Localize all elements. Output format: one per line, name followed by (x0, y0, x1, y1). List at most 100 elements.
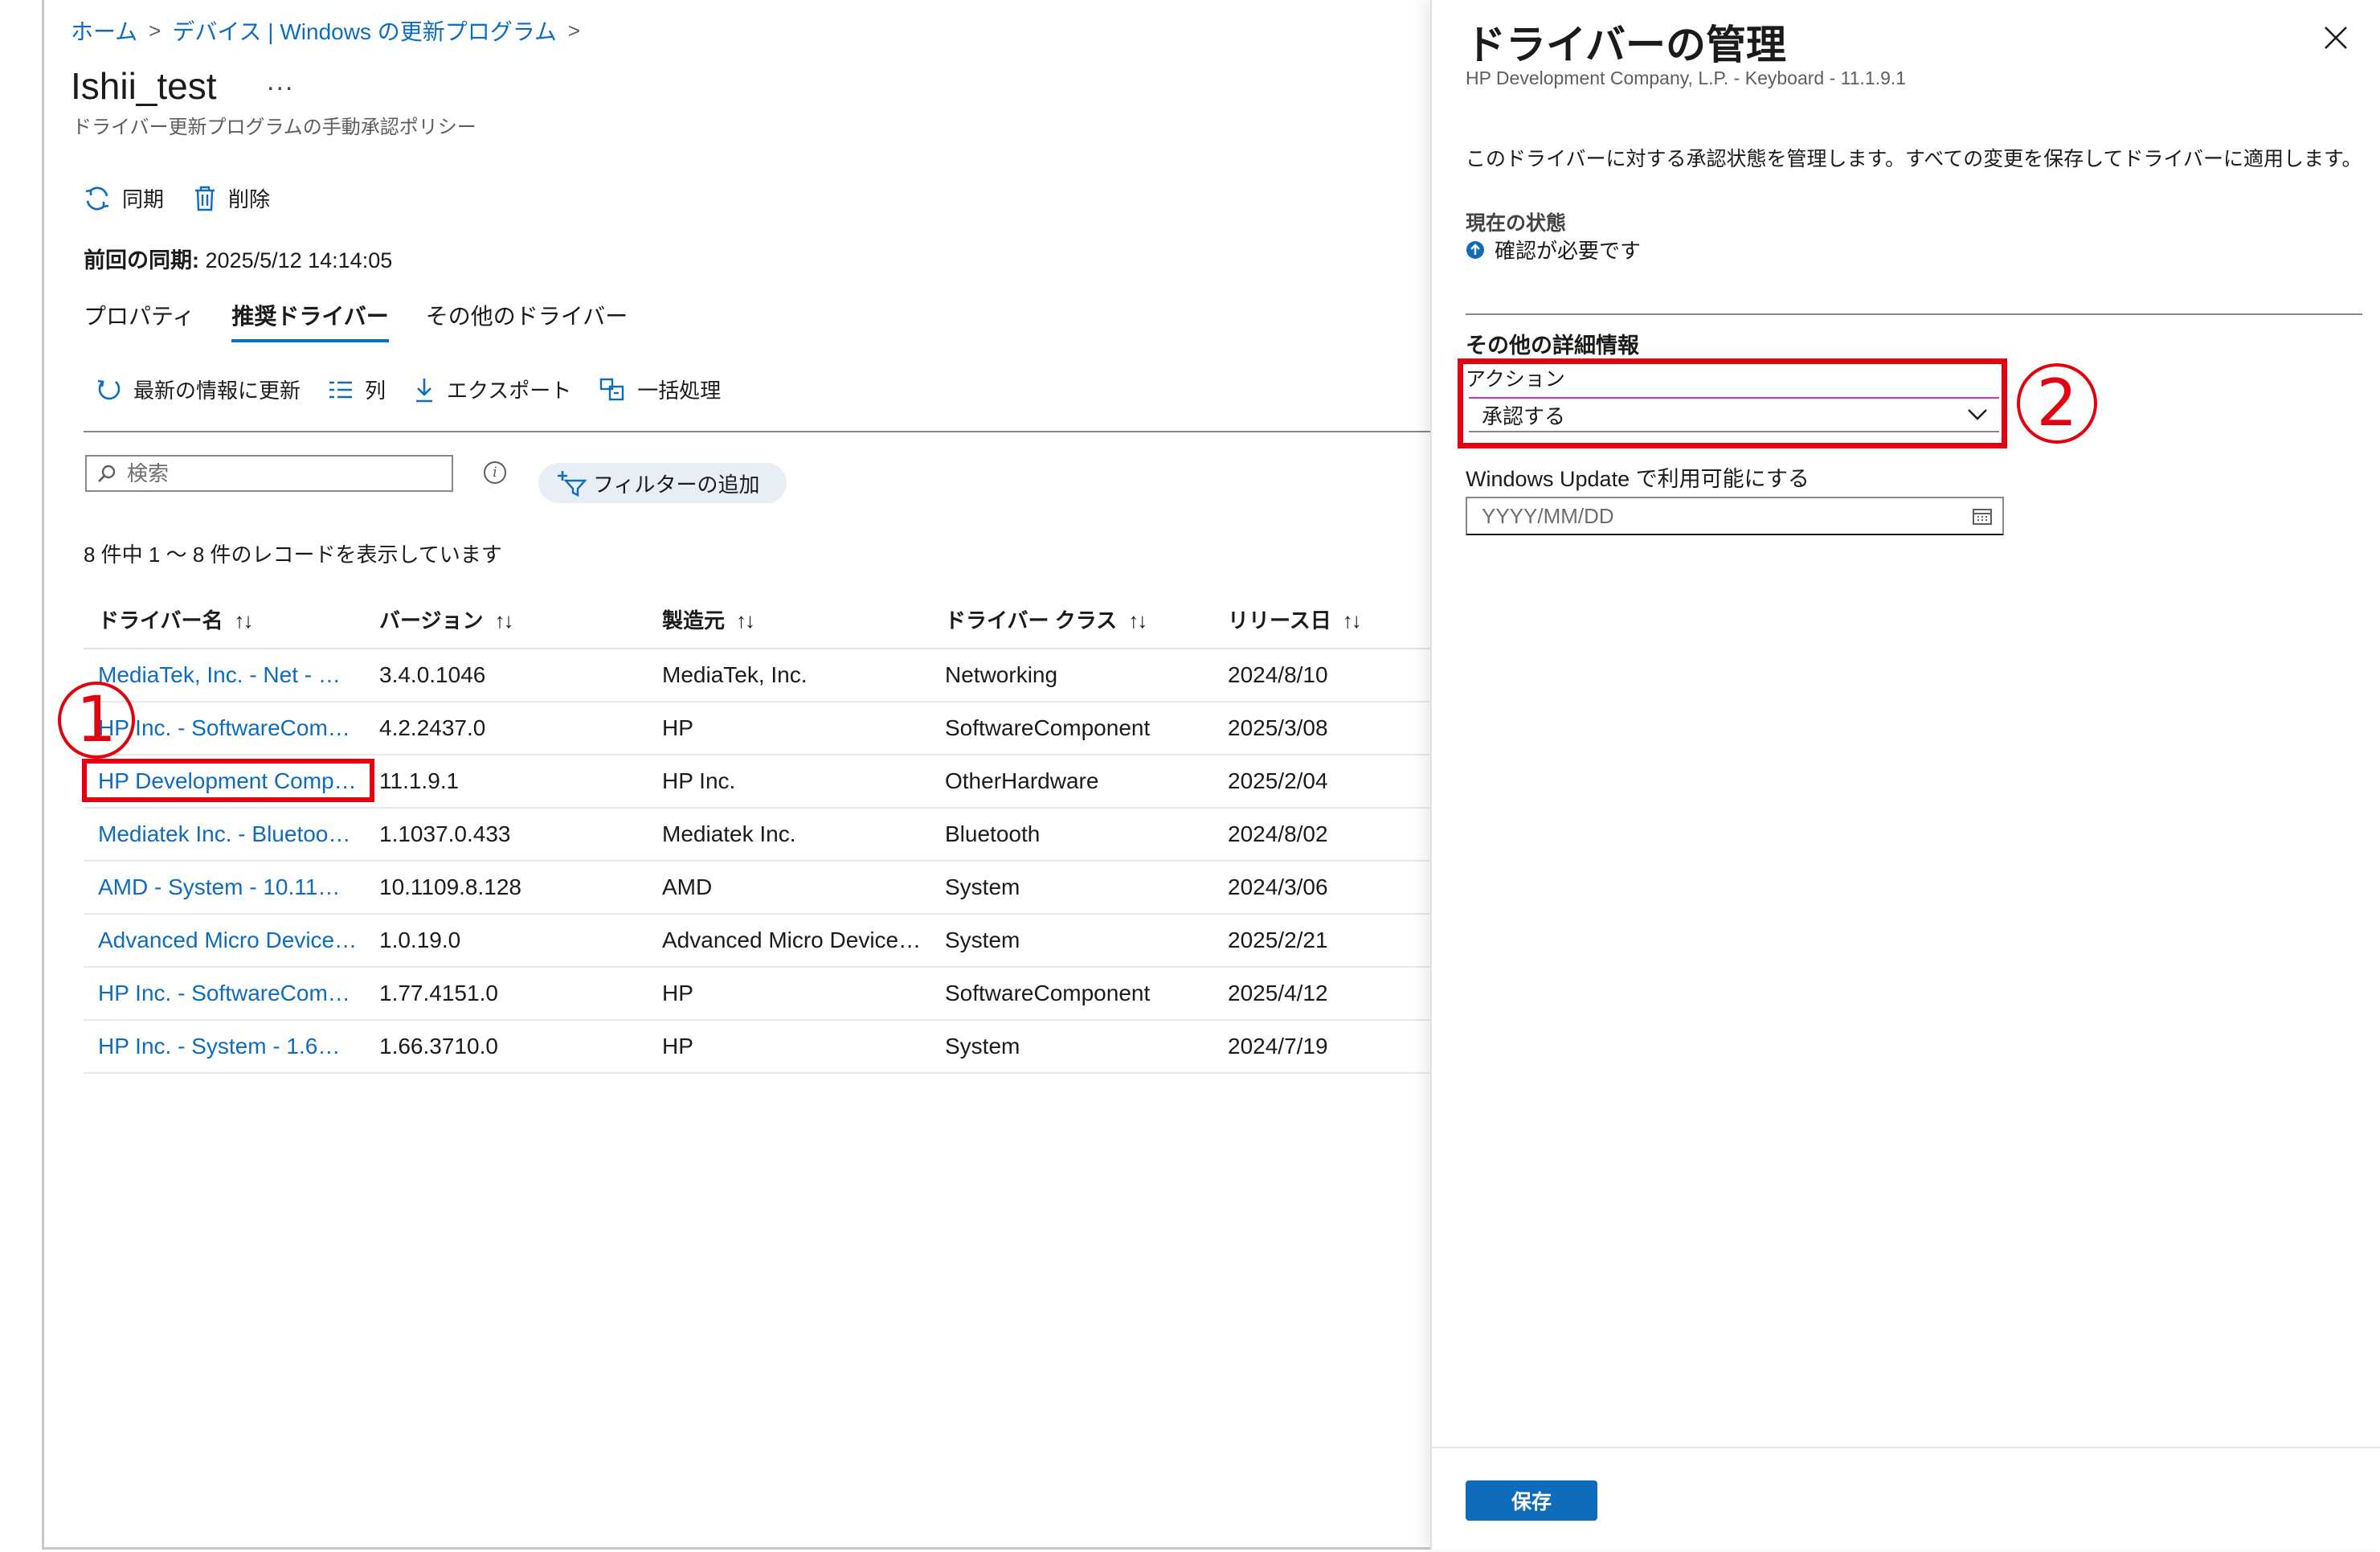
sort-icon: ↑↓ (234, 608, 253, 633)
driver-manufacturer: MediaTek, Inc. (662, 662, 808, 687)
tab-properties[interactable]: プロパティ (84, 299, 194, 342)
bulk-action-icon (600, 378, 624, 400)
availability-date-input[interactable] (1480, 502, 1933, 530)
table-row: Advanced Micro Device… 1.0.19.0 Advanced… (84, 915, 1430, 968)
columns-icon (329, 381, 353, 398)
annotation-highlight-box-2 (1458, 358, 2007, 448)
section-divider (84, 431, 1430, 432)
panel-subtitle: HP Development Company, L.P. - Keyboard … (1466, 68, 1907, 88)
driver-manufacturer: HP (662, 715, 693, 740)
command-bar: 同期 削除 (84, 183, 270, 213)
driver-version: 4.2.2437.0 (379, 715, 486, 740)
table-header: ドライバー名 ↑↓ バージョン ↑↓ 製造元 ↑↓ ドライバー クラス ↑↓ リリース日… (84, 590, 1430, 649)
driver-class: System (945, 874, 1020, 899)
sort-icon: ↑↓ (1128, 608, 1147, 633)
driver-version: 10.1109.8.128 (379, 874, 521, 899)
bulk-action-label: 一括処理 (637, 379, 722, 403)
sync-button[interactable]: 同期 (84, 183, 164, 213)
driver-name-link[interactable]: Advanced Micro Device… (84, 928, 366, 953)
breadcrumb-separator: > (149, 18, 162, 43)
download-icon (416, 378, 433, 402)
driver-release-date: 2024/8/10 (1228, 662, 1328, 687)
search-icon (98, 465, 116, 482)
driver-release-date: 2024/8/02 (1228, 821, 1328, 846)
driver-release-date: 2025/2/21 (1228, 928, 1328, 952)
sort-icon: ↑↓ (1342, 608, 1362, 633)
driver-version: 1.0.19.0 (379, 928, 461, 952)
table-row: AMD - System - 10.11… 10.1109.8.128 AMD … (84, 862, 1430, 915)
calendar-icon[interactable] (1972, 506, 1993, 526)
driver-class: System (945, 1034, 1020, 1059)
driver-manufacturer: HP Inc. (662, 768, 736, 793)
table-row: HP Inc. - SoftwareCom… 1.77.4151.0 HP So… (84, 968, 1430, 1021)
sync-icon (85, 186, 109, 210)
driver-manufacturer: AMD (662, 874, 713, 899)
driver-version: 3.4.0.1046 (379, 662, 486, 687)
driver-release-date: 2025/4/12 (1228, 981, 1328, 1005)
driver-release-date: 2024/7/19 (1228, 1034, 1328, 1059)
current-status-label: 現在の状態 (1466, 212, 1567, 235)
search-input[interactable] (125, 460, 434, 487)
driver-name-link[interactable]: Mediatek Inc. - Bluetoo… (84, 821, 366, 847)
drivers-table: ドライバー名 ↑↓ バージョン ↑↓ 製造元 ↑↓ ドライバー クラス ↑↓ リリース日… (84, 590, 1430, 1074)
export-label: エクスポート (447, 379, 572, 403)
header-driver-name[interactable]: ドライバー名 ↑↓ (84, 604, 366, 634)
header-version[interactable]: バージョン ↑↓ (366, 604, 649, 634)
table-row: HP Inc. - System - 1.6… 1.66.3710.0 HP S… (84, 1021, 1430, 1074)
driver-class: OtherHardware (945, 768, 1099, 793)
trash-icon (195, 186, 215, 211)
add-filter-button[interactable]: フィルターの追加 (538, 463, 787, 503)
header-driver-class[interactable]: ドライバー クラス ↑↓ (932, 604, 1215, 634)
add-filter-label: フィルターの追加 (593, 472, 760, 497)
header-release-date[interactable]: リリース日 ↑↓ (1215, 604, 1430, 634)
driver-class: SoftwareComponent (945, 981, 1151, 1005)
tab-other-drivers[interactable]: その他のドライバー (426, 299, 628, 342)
panel-title: ドライバーの管理 (1466, 23, 1786, 68)
driver-version: 1.66.3710.0 (379, 1034, 498, 1059)
driver-manufacturer: HP (662, 1034, 693, 1059)
driver-name-link[interactable]: MediaTek, Inc. - Net - … (84, 662, 366, 688)
columns-label: 列 (365, 379, 386, 403)
driver-name-link[interactable]: HP Inc. - SoftwareCom… (84, 981, 366, 1006)
driver-name-link[interactable]: HP Inc. - System - 1.6… (84, 1034, 366, 1059)
save-button[interactable]: 保存 (1466, 1480, 1597, 1521)
close-icon[interactable] (2322, 24, 2349, 51)
refresh-icon (97, 379, 121, 399)
refresh-button[interactable]: 最新の情報に更新 (96, 375, 301, 404)
panel-divider (1466, 313, 2362, 315)
records-count: 8 件中 1 ～ 8 件のレコードを表示しています (84, 543, 502, 567)
driver-manufacturer: Advanced Micro Device… (662, 928, 922, 952)
driver-version: 11.1.9.1 (379, 768, 460, 793)
details-heading: その他の詳細情報 (1466, 334, 1639, 358)
driver-name-link[interactable]: AMD - System - 10.11… (84, 874, 366, 900)
driver-release-date: 2024/3/06 (1228, 874, 1328, 899)
driver-release-date: 2025/2/04 (1228, 768, 1328, 793)
delete-button[interactable]: 削除 (193, 183, 270, 213)
table-toolbar: 最新の情報に更新 列 エクスポート 一括処理 (96, 375, 721, 404)
breadcrumb: ホーム > デバイス | Windows の更新プログラム > (71, 14, 580, 47)
more-options-button[interactable]: ... (267, 66, 294, 97)
tab-bar: プロパティ 推奨ドライバー その他のドライバー (84, 299, 628, 342)
last-sync-label: 前回の同期: (84, 248, 199, 272)
bulk-action-button[interactable]: 一括処理 (599, 375, 721, 404)
export-button[interactable]: エクスポート (413, 375, 571, 404)
arrow-up-circle-icon (1466, 240, 1484, 259)
table-row: MediaTek, Inc. - Net - … 3.4.0.1046 Medi… (84, 649, 1430, 702)
availability-date-box (1466, 497, 2004, 535)
columns-button[interactable]: 列 (328, 375, 386, 404)
breadcrumb-parent-link[interactable]: デバイス | Windows の更新プログラム (172, 14, 557, 47)
tab-recommended-drivers[interactable]: 推奨ドライバー (231, 299, 389, 342)
table-row: Mediatek Inc. - Bluetoo… 1.1037.0.433 Me… (84, 809, 1430, 862)
info-icon[interactable]: i (484, 461, 506, 484)
current-status: 確認が必要です (1466, 235, 1641, 264)
driver-class: Bluetooth (945, 821, 1041, 846)
sort-icon: ↑↓ (494, 608, 513, 633)
breadcrumb-home-link[interactable]: ホーム (71, 14, 137, 47)
header-manufacturer[interactable]: 製造元 ↑↓ (649, 604, 932, 634)
annotation-highlight-box-1 (82, 759, 374, 802)
sync-label: 同期 (122, 187, 165, 211)
annotation-step-1: 1 (58, 682, 135, 759)
annotation-step-2: 2 (2017, 363, 2097, 444)
driver-manufacturer: Mediatek Inc. (662, 821, 796, 846)
add-filter-icon (558, 471, 587, 497)
